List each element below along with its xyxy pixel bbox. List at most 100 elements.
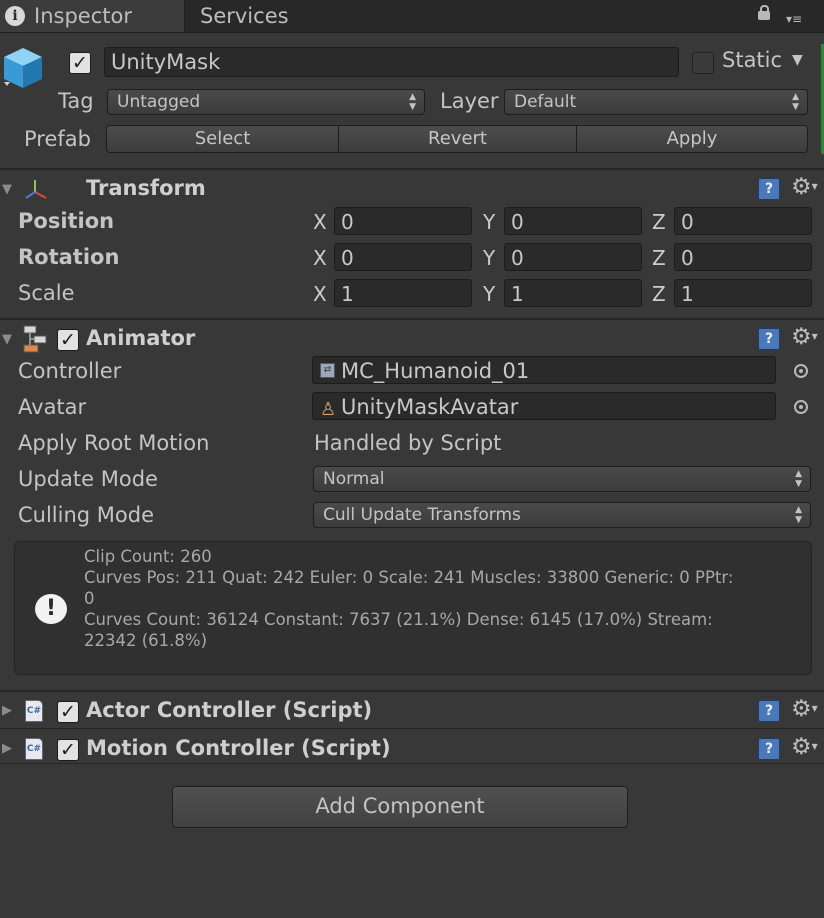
update-mode-label: Update Mode [18,467,158,491]
updown-icon: ▲▼ [795,469,802,489]
tab-services[interactable]: Services [200,0,289,32]
updown-icon: ▲▼ [792,92,799,112]
tag-label: Tag [58,89,94,113]
avatar-field[interactable]: ♙ UnityMaskAvatar [312,392,776,420]
update-mode-dropdown[interactable]: Normal ▲▼ [313,466,811,492]
divider [0,690,824,692]
tag-value: Untagged [117,92,200,112]
gear-icon[interactable]: ⚙▼ [791,326,818,348]
rotation-label: Rotation [18,245,119,269]
updown-icon: ▲▼ [409,92,416,112]
updown-icon: ▲▼ [795,505,802,525]
csharp-script-icon: C# [25,700,43,722]
controller-label: Controller [18,359,121,383]
active-checkbox[interactable]: ✓ [69,52,91,74]
help-book-icon[interactable]: ? [758,178,780,200]
position-y-field[interactable]: 0 [504,207,642,235]
info-icon: i [5,6,25,26]
position-label: Position [18,209,114,233]
layer-value: Default [514,92,576,112]
info-line: 22342 (61.8%) [84,630,809,651]
animator-controller-icon: ⇄ [320,363,335,378]
culling-mode-label: Culling Mode [18,503,154,527]
layer-dropdown[interactable]: Default ▲▼ [504,89,808,115]
prefab-label: Prefab [24,127,91,151]
panel-menu-icon[interactable]: ▾≡ [786,14,802,24]
info-line: Curves Pos: 211 Quat: 242 Euler: 0 Scale… [84,567,809,588]
axis-x-label[interactable]: X [313,246,327,270]
info-line: 0 [84,588,809,609]
gear-icon[interactable]: ⚙▼ [791,698,818,720]
gear-icon[interactable]: ⚙▼ [791,176,818,198]
actor-controller-enabled-checkbox[interactable]: ✓ [57,701,79,723]
axis-x-label[interactable]: X [313,210,327,234]
apply-root-motion-value: Handled by Script [314,431,501,455]
axis-z-label[interactable]: Z [652,210,666,234]
transform-axes-icon [24,178,48,200]
tab-inspector-label: Inspector [34,0,132,32]
object-name-input[interactable]: UnityMask [104,47,679,77]
info-line: Curves Count: 36124 Constant: 7637 (21.1… [84,609,809,630]
static-dropdown-icon[interactable]: ▼ [792,52,803,68]
animator-title[interactable]: Animator [86,326,195,350]
prefab-revert-button[interactable]: Revert [338,125,577,153]
divider [0,168,824,170]
axis-x-label[interactable]: X [313,282,327,306]
clip-info-box: ! Clip Count: 260 Curves Pos: 211 Quat: … [14,541,812,675]
object-picker-icon[interactable] [794,400,808,414]
actor-controller-title[interactable]: Actor Controller (Script) [86,698,372,722]
controller-value: MC_Humanoid_01 [341,359,529,383]
axis-z-label[interactable]: Z [652,246,666,270]
tab-inspector[interactable]: i Inspector [0,0,185,32]
animator-icon [22,324,50,354]
divider [0,318,824,320]
layer-label: Layer [440,89,499,113]
position-x-field[interactable]: 0 [334,207,472,235]
prefab-select-button[interactable]: Select [106,125,339,153]
add-component-button[interactable]: Add Component [172,786,628,828]
position-z-field[interactable]: 0 [674,207,812,235]
transform-title[interactable]: Transform [86,176,206,200]
update-mode-value: Normal [323,469,385,489]
help-book-icon[interactable]: ? [758,328,780,350]
clip-info-text: Clip Count: 260 Curves Pos: 211 Quat: 24… [84,546,809,651]
csharp-script-icon: C# [25,738,43,760]
animator-enabled-checkbox[interactable]: ✓ [57,329,79,351]
apply-root-motion-label: Apply Root Motion [18,431,209,455]
lock-icon[interactable] [758,11,770,20]
avatar-value: UnityMaskAvatar [341,395,518,419]
controller-field[interactable]: ⇄ MC_Humanoid_01 [312,356,776,384]
foldout-expanded-icon[interactable]: ▼ [2,182,12,197]
axis-y-label[interactable]: Y [483,282,495,306]
help-book-icon[interactable]: ? [758,738,780,760]
foldout-expanded-icon[interactable]: ▼ [2,332,12,347]
scale-label: Scale [18,281,75,305]
info-line: Clip Count: 260 [84,546,809,567]
static-checkbox[interactable] [692,52,714,74]
rotation-z-field[interactable]: 0 [674,243,812,271]
culling-mode-dropdown[interactable]: Cull Update Transforms ▲▼ [313,502,811,528]
tag-dropdown[interactable]: Untagged ▲▼ [107,89,425,115]
axis-y-label[interactable]: Y [483,246,495,270]
culling-mode-value: Cull Update Transforms [323,505,521,525]
motion-controller-title[interactable]: Motion Controller (Script) [86,736,391,760]
motion-controller-enabled-checkbox[interactable]: ✓ [57,739,79,761]
gear-icon[interactable]: ⚙▼ [791,736,818,758]
scale-z-field[interactable]: 1 [674,279,812,307]
cube-icon [0,44,46,90]
warning-icon: ! [35,594,67,624]
foldout-collapsed-icon[interactable]: ▶ [2,703,12,718]
prefab-apply-button[interactable]: Apply [576,125,808,153]
rotation-x-field[interactable]: 0 [334,243,472,271]
object-picker-icon[interactable] [794,364,808,378]
help-book-icon[interactable]: ? [758,700,780,722]
rotation-y-field[interactable]: 0 [504,243,642,271]
scale-y-field[interactable]: 1 [504,279,642,307]
static-label: Static [722,48,782,72]
avatar-label: Avatar [18,395,86,419]
scale-x-field[interactable]: 1 [334,279,472,307]
axis-z-label[interactable]: Z [652,282,666,306]
avatar-icon: ♙ [320,396,336,424]
foldout-collapsed-icon[interactable]: ▶ [2,741,12,756]
axis-y-label[interactable]: Y [483,210,495,234]
